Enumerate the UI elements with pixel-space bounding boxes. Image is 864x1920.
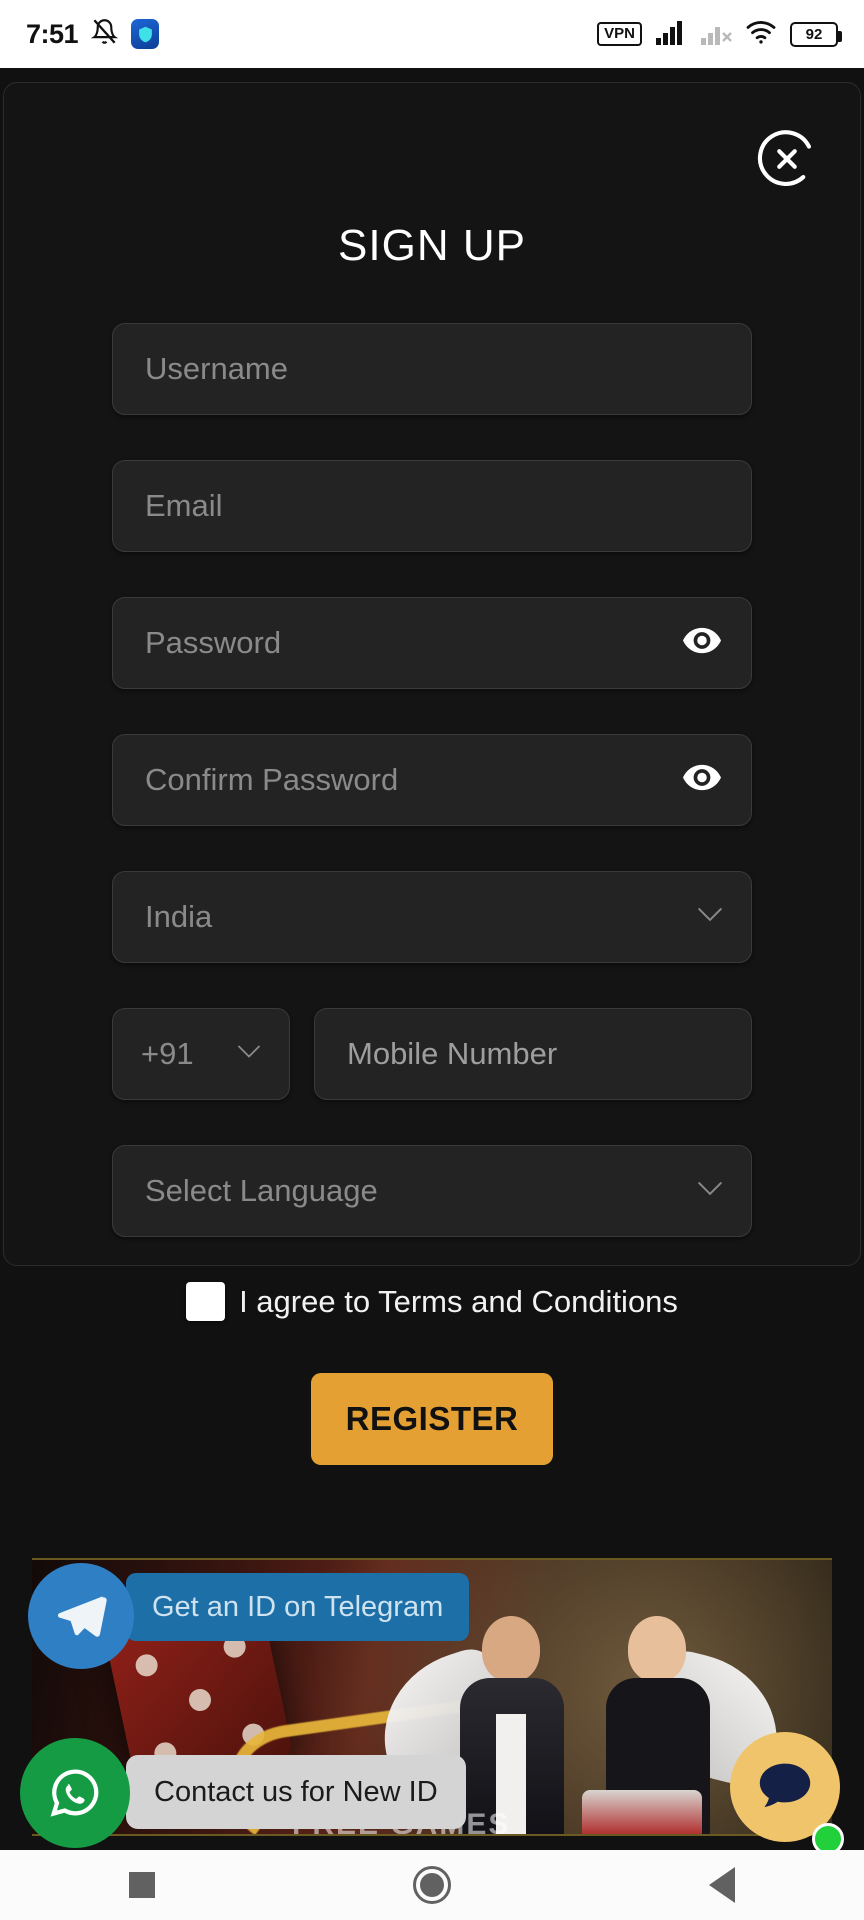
language-select[interactable]: Select Language	[112, 1145, 752, 1237]
page-title: SIGN UP	[338, 221, 526, 270]
circle-home-icon[interactable]	[413, 1866, 451, 1904]
telegram-cta-label: Get an ID on Telegram	[152, 1590, 444, 1623]
username-field[interactable]: Username	[112, 323, 752, 415]
mobile-number-placeholder: Mobile Number	[347, 1036, 558, 1071]
eye-icon[interactable]	[683, 627, 721, 659]
phone-screen: 7:51 VPN 92 Get an ID on Telegram Contac…	[0, 0, 864, 1920]
language-value: Select Language	[145, 1173, 378, 1208]
email-placeholder: Email	[145, 488, 223, 523]
signup-modal: SIGN UP Username Email Password Confirm …	[3, 82, 861, 1465]
triangle-back-icon[interactable]	[709, 1867, 735, 1903]
signal-bars-full-icon	[655, 19, 687, 50]
chevron-down-icon	[697, 907, 723, 928]
vpn-badge: VPN	[597, 22, 642, 46]
chevron-down-icon	[697, 1181, 723, 1202]
square-recents-icon[interactable]	[129, 1872, 155, 1898]
android-navigation-bar	[0, 1850, 864, 1920]
chevron-down-icon	[237, 1044, 261, 1064]
password-placeholder: Password	[145, 625, 282, 660]
wifi-icon	[745, 19, 777, 50]
status-bar-right: VPN 92	[597, 19, 842, 50]
whatsapp-icon[interactable]	[20, 1738, 130, 1848]
username-placeholder: Username	[145, 351, 288, 386]
shield-vpn-app-icon	[131, 19, 160, 49]
battery-indicator: 92	[790, 21, 842, 47]
signal-bars-no-service-icon	[700, 19, 732, 50]
phone-row: +91 Mobile Number	[112, 1008, 752, 1100]
telegram-icon[interactable]	[28, 1563, 134, 1669]
signup-form: Username Email Password Confirm Password	[4, 323, 860, 1465]
register-row: REGISTER	[112, 1373, 752, 1465]
status-bar-left: 7:51	[26, 17, 160, 51]
confirm-password-field[interactable]: Confirm Password	[112, 734, 752, 826]
country-code-value: +91	[141, 1036, 194, 1071]
confirm-password-placeholder: Confirm Password	[145, 762, 399, 797]
country-value: India	[145, 899, 213, 934]
country-select[interactable]: India	[112, 871, 752, 963]
status-bar-clock: 7:51	[26, 18, 79, 49]
status-bar: 7:51 VPN 92	[0, 0, 864, 68]
whatsapp-cta-label: Contact us for New ID	[154, 1775, 438, 1808]
terms-checkbox[interactable]	[186, 1282, 226, 1321]
battery-level-label: 92	[805, 25, 823, 43]
terms-row: I agree to Terms and Conditions	[112, 1282, 752, 1321]
close-circle-icon[interactable]	[756, 128, 818, 190]
email-field[interactable]: Email	[112, 460, 752, 552]
terms-label[interactable]: I agree to Terms and Conditions	[239, 1284, 678, 1320]
country-code-select[interactable]: +91	[112, 1008, 290, 1100]
eye-icon[interactable]	[683, 764, 721, 796]
password-field[interactable]: Password	[112, 597, 752, 689]
mobile-number-field[interactable]: Mobile Number	[314, 1008, 752, 1100]
whatsapp-cta-button[interactable]: Contact us for New ID	[126, 1755, 466, 1829]
bell-muted-icon	[90, 17, 119, 51]
register-button[interactable]: REGISTER	[311, 1373, 553, 1465]
telegram-cta-button[interactable]: Get an ID on Telegram	[126, 1573, 470, 1641]
